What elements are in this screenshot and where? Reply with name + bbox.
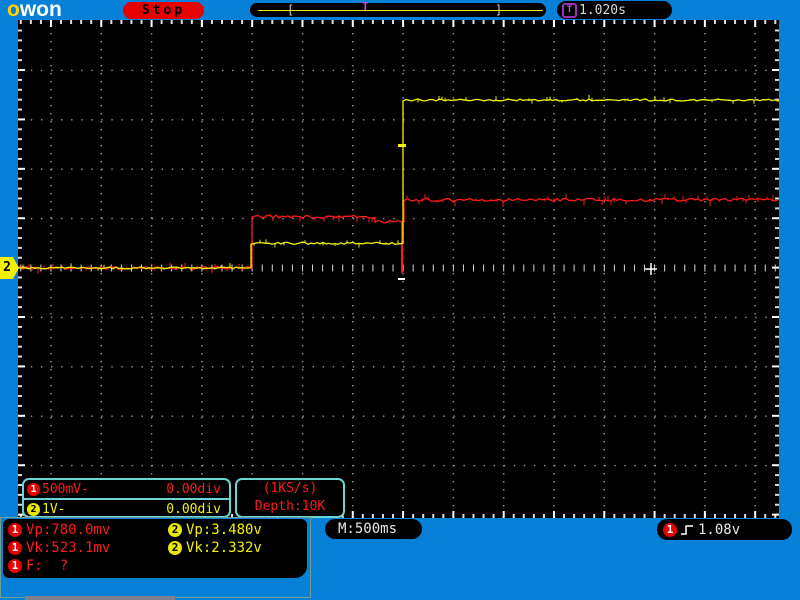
channel2-scale: 1V- bbox=[42, 502, 65, 517]
measurement-panel: 1 Vp:780.0mv 2 Vp:3.480v 1 Vk:523.1mv 2 … bbox=[0, 517, 311, 598]
meas-ch1-vp: 1 Vp:780.0mv bbox=[8, 521, 168, 539]
ch1-badge: 1 bbox=[8, 523, 22, 537]
trigger-time-readout: T 1.020s bbox=[557, 1, 672, 19]
channel1-scale: 500mV- bbox=[42, 482, 89, 497]
sample-rate: (1KS/s) bbox=[237, 480, 343, 498]
window-left-bracket: [ bbox=[287, 3, 294, 17]
trigger-level-value: 1.08v bbox=[698, 522, 740, 538]
acquire-info-box: (1KS/s) Depth:10K bbox=[235, 478, 345, 518]
trigger-time-value: 1.020s bbox=[579, 3, 626, 18]
meas-label: Vp:3.480v bbox=[186, 522, 262, 538]
bottom-menu-edge bbox=[25, 596, 175, 600]
trigger-position-marker[interactable]: T bbox=[362, 0, 369, 13]
record-depth: Depth:10K bbox=[237, 498, 343, 516]
meas-ch2-vp: 2 Vp:3.480v bbox=[168, 521, 307, 539]
timebase-readout: M:500ms bbox=[325, 519, 422, 539]
record-position-bar: [ ] T bbox=[250, 3, 546, 17]
ch2-badge: 2 bbox=[168, 541, 182, 555]
graticule-and-traces bbox=[18, 20, 779, 518]
channel2-badge: 2 bbox=[27, 503, 40, 516]
owon-logo: owon bbox=[7, 0, 62, 22]
logo-letter-o: o bbox=[7, 0, 20, 21]
oscilloscope-display: owon Stop [ ] T T 1.020s 2 1 500mV- 0.00… bbox=[0, 0, 800, 600]
meas-ch2-vk: 2 Vk:2.332v bbox=[168, 539, 307, 557]
rising-edge-icon bbox=[679, 523, 696, 537]
channel1-scale-row: 1 500mV- 0.00div bbox=[24, 480, 229, 500]
window-right-bracket: ] bbox=[495, 3, 502, 17]
waveform-screen bbox=[18, 20, 779, 518]
logo-rest: won bbox=[20, 0, 62, 21]
ch1-badge: 1 bbox=[8, 559, 22, 573]
channel1-badge: 1 bbox=[27, 483, 40, 496]
meas-ch1-vk: 1 Vk:523.1mv bbox=[8, 539, 168, 557]
ch1-badge: 1 bbox=[8, 541, 22, 555]
measurement-box: 1 Vp:780.0mv 2 Vp:3.480v 1 Vk:523.1mv 2 … bbox=[3, 519, 307, 578]
meas-label: F: ? bbox=[26, 558, 68, 574]
trigger-t-icon: T bbox=[562, 3, 577, 18]
run-stop-button[interactable]: Stop bbox=[123, 2, 204, 19]
channel2-scale-row: 2 1V- 0.00div bbox=[24, 500, 229, 518]
channel-scale-box: 1 500mV- 0.00div 2 1V- 0.00div bbox=[22, 478, 231, 518]
meas-label: Vk:2.332v bbox=[186, 540, 262, 556]
channel1-offset: 0.00div bbox=[166, 482, 221, 497]
ch2-badge: 2 bbox=[168, 523, 182, 537]
meas-ch1-freq: 1 F: ? bbox=[8, 557, 168, 575]
meas-label: Vk:523.1mv bbox=[26, 540, 110, 556]
meas-label: Vp:780.0mv bbox=[26, 522, 110, 538]
trigger-level-readout: 1 1.08v bbox=[657, 519, 792, 540]
channel2-position-marker[interactable]: 2 bbox=[0, 257, 19, 279]
channel2-offset: 0.00div bbox=[166, 502, 221, 517]
trigger-source-badge: 1 bbox=[663, 523, 677, 537]
